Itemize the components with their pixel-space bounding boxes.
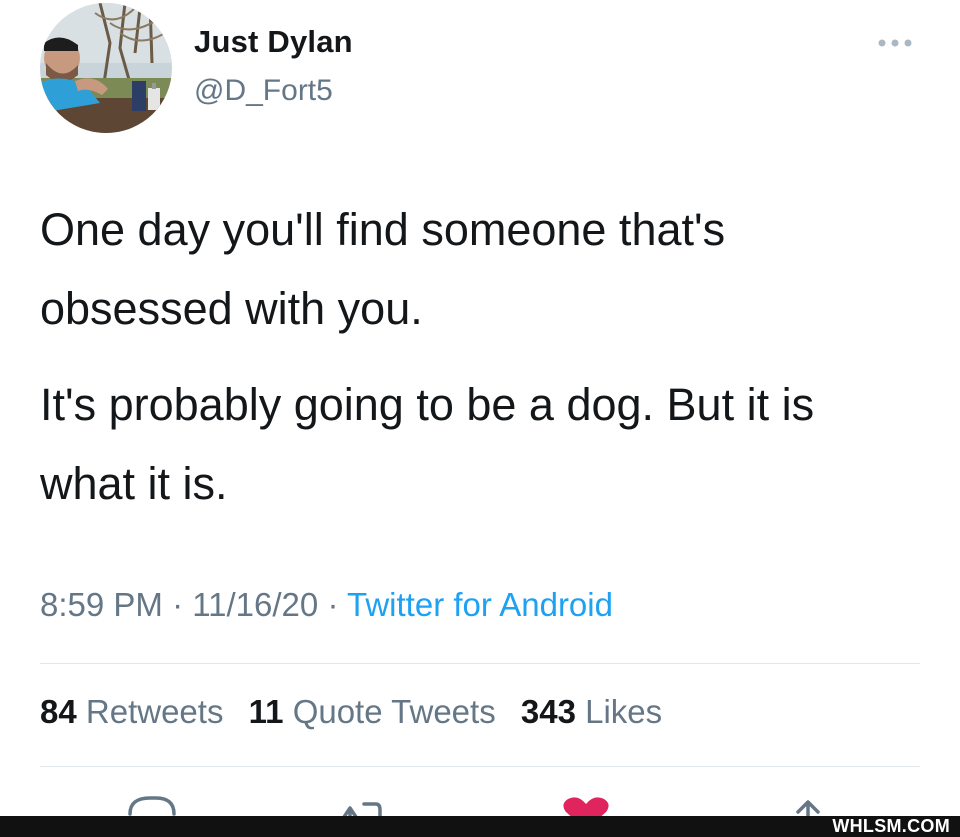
retweets-label: Retweets — [85, 693, 224, 730]
meta-separator: · — [172, 586, 184, 623]
tweet-time[interactable]: 8:59 PM — [40, 586, 163, 623]
tweet-text: One day you'll find someone that's obses… — [40, 190, 920, 540]
author-name[interactable]: Just Dylan — [194, 24, 353, 60]
watermark: WHLSM.COM — [832, 816, 950, 836]
tweet-meta: 8:59 PM · 11/16/20 · Twitter for Android — [40, 586, 613, 624]
more-icon — [878, 39, 912, 47]
quote-tweets-label: Quote Tweets — [292, 693, 496, 730]
tweet-source-link[interactable]: Twitter for Android — [347, 586, 613, 623]
retweets-count: 84 — [40, 693, 77, 730]
tweet-date[interactable]: 11/16/20 — [192, 586, 318, 623]
tweet-stats: 84 Retweets 11 Quote Tweets 343 Likes — [40, 693, 678, 731]
likes-stat[interactable]: 343 Likes — [521, 693, 662, 730]
avatar[interactable] — [40, 3, 172, 133]
more-options-button[interactable] — [872, 28, 918, 58]
meta-separator: · — [327, 586, 339, 623]
watermark-bar: WHLSM.COM — [0, 816, 960, 837]
retweets-stat[interactable]: 84 Retweets — [40, 693, 223, 730]
likes-label: Likes — [585, 693, 663, 730]
tweet-card: Just Dylan @D_Fort5 One day you'll find … — [0, 0, 960, 837]
divider — [40, 766, 920, 767]
author-handle[interactable]: @D_Fort5 — [194, 74, 333, 108]
avatar-photo — [40, 3, 172, 133]
quote-tweets-stat[interactable]: 11 Quote Tweets — [249, 693, 496, 730]
likes-count: 343 — [520, 693, 576, 730]
tweet-paragraph: One day you'll find someone that's obses… — [40, 204, 726, 334]
tweet-paragraph: It's probably going to be a dog. But it … — [40, 379, 815, 509]
divider — [40, 663, 920, 664]
quote-tweets-count: 11 — [248, 693, 284, 730]
